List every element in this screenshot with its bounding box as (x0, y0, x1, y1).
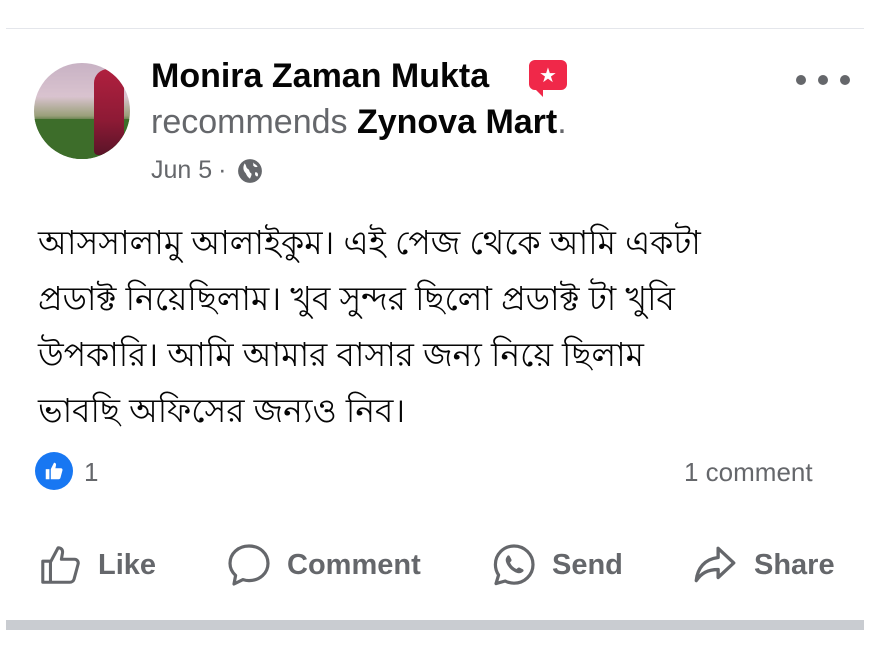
more-dot (840, 75, 850, 85)
recommendation-line: recommends Zynova Mart. (151, 103, 567, 142)
comment-count[interactable]: 1 comment (684, 457, 813, 488)
post-text-line: প্রডাক্ট নিয়েছিলাম। খুব সুন্দর ছিলো প্র… (38, 280, 675, 317)
post-text-line: উপকারি। আমি আমার বাসার জন্য নিয়ে ছিলাম (38, 336, 644, 373)
trailing-dot: . (557, 103, 567, 141)
send-label: Send (552, 548, 623, 581)
comment-label: Comment (287, 548, 421, 581)
comment-button[interactable]: Comment (225, 538, 421, 592)
meta-separator: · (218, 156, 227, 184)
globe-icon (237, 158, 262, 183)
thumbs-up-icon (45, 462, 63, 480)
post-text-line: আসসালামু আলাইকুম। এই পেজ থেকে আমি একটা (38, 224, 701, 261)
share-button[interactable]: Share (690, 538, 835, 592)
send-button[interactable]: Send (490, 538, 623, 592)
like-reaction-icon[interactable] (35, 452, 73, 490)
post-text-line: ভাবছি অফিসের জন্যও নিব। (38, 392, 406, 429)
thumbs-up-icon (41, 546, 80, 584)
avatar-figure (94, 69, 124, 155)
comment-bubble-icon (228, 544, 270, 586)
post-separator (6, 620, 864, 630)
like-label: Like (98, 548, 157, 581)
page-name-link[interactable]: Zynova Mart (357, 103, 557, 141)
top-divider (6, 28, 864, 29)
post-date[interactable]: Jun 5 (151, 156, 212, 185)
post-meta: Jun 5 · (151, 156, 263, 185)
avatar[interactable] (34, 63, 130, 159)
more-options-icon[interactable] (796, 66, 850, 94)
post-body: আসসালামু আলাইকুম। এই পেজ থেকে আমি একটা প… (38, 215, 848, 439)
whatsapp-icon (493, 544, 535, 586)
star-speech-icon: ★ (529, 60, 567, 97)
share-label: Share (754, 548, 835, 581)
more-dot (796, 75, 806, 85)
like-button[interactable]: Like (38, 538, 156, 592)
recommend-verb: recommends (151, 103, 348, 141)
share-arrow-icon (694, 546, 736, 583)
like-count[interactable]: 1 (84, 457, 98, 488)
more-dot (818, 75, 828, 85)
author-name[interactable]: Monira Zaman Mukta (151, 57, 489, 96)
